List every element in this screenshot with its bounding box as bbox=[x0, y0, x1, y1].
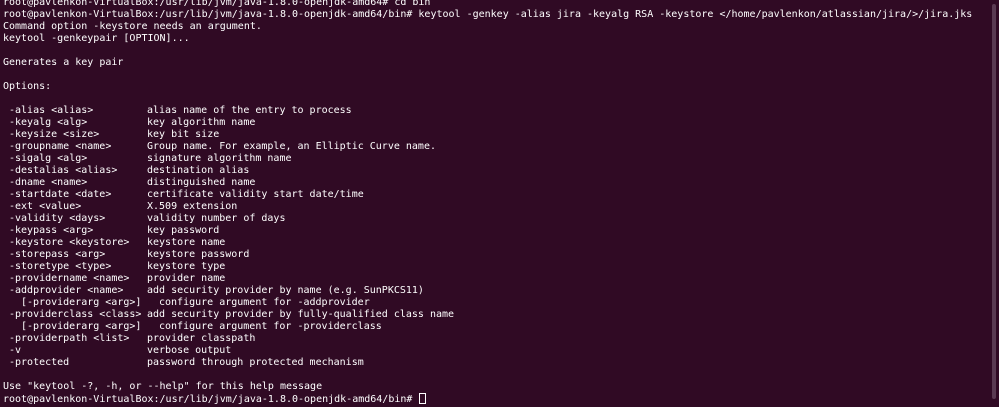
option-flag: -protected bbox=[9, 357, 70, 368]
option-description: validity number of days bbox=[147, 213, 286, 224]
option-row: -protected password through protected mec… bbox=[3, 357, 978, 369]
option-row: -providerpath <list> provider classpath bbox=[3, 333, 978, 345]
option-row: -alias <alias> alias name of the entry to… bbox=[3, 105, 978, 117]
option-flag: -keyalg <alg> bbox=[9, 117, 88, 128]
option-row: -startdate <date> certificate validity st… bbox=[3, 189, 978, 201]
option-flag: -storetype <type> bbox=[9, 261, 112, 272]
option-description: keystore name bbox=[147, 237, 226, 248]
option-flag: -providername <name> bbox=[9, 273, 130, 284]
option-description: key password bbox=[147, 225, 220, 236]
option-description: key bit size bbox=[147, 129, 220, 140]
history-line: Options: bbox=[3, 81, 52, 92]
options-list: -alias <alias> alias name of the entry to… bbox=[3, 105, 978, 369]
option-description: configure argument for -providerclass bbox=[159, 321, 382, 332]
option-row: -keystore <keystore> keystore name bbox=[3, 237, 978, 249]
option-row: -dname <name> distinguished name bbox=[3, 177, 978, 189]
option-description: X.509 extension bbox=[147, 201, 238, 212]
option-description: certificate validity start date/time bbox=[147, 189, 364, 200]
option-row: -validity <days> validity number of days bbox=[3, 213, 978, 225]
option-flag: -groupname <name> bbox=[9, 141, 112, 152]
option-description: keystore type bbox=[147, 261, 226, 272]
option-flag: -ext <value> bbox=[9, 201, 82, 212]
option-flag: [-providerarg <arg>] bbox=[21, 321, 142, 332]
option-flag: -keystore <keystore> bbox=[9, 237, 130, 248]
option-row: -sigalg <alg> signature algorithm name bbox=[3, 153, 978, 165]
option-description: Group name. For example, an Elliptic Cur… bbox=[147, 141, 436, 152]
option-flag: -sigalg <alg> bbox=[9, 153, 88, 164]
shell-prompt: root@pavlenkon-VirtualBox:/usr/lib/jvm/j… bbox=[3, 394, 419, 405]
prompt-line[interactable]: root@pavlenkon-VirtualBox:/usr/lib/jvm/j… bbox=[3, 393, 978, 405]
history-line: keytool -genkeypair [OPTION]... bbox=[3, 33, 190, 44]
option-flag: -v bbox=[9, 345, 22, 356]
option-row: [-providerarg <arg>] configure argument f… bbox=[3, 321, 978, 333]
option-row: -providerclass <class> add security provi… bbox=[3, 309, 978, 321]
terminal-window[interactable]: root@pavlenkon-VirtualBox:/usr/lib/jvm/j… bbox=[0, 0, 999, 407]
option-description: distinguished name bbox=[147, 177, 256, 188]
option-row: -storetype <type> keystore type bbox=[3, 261, 978, 273]
option-flag: -providerpath <list> bbox=[9, 333, 130, 344]
help-hint: Use "keytool -?, -h, or --help" for this… bbox=[3, 381, 323, 392]
option-row: -storepass <arg> keystore password bbox=[3, 249, 978, 261]
option-description: alias name of the entry to process bbox=[147, 105, 352, 116]
option-row: -addprovider <name> add security provider… bbox=[3, 285, 978, 297]
option-description: add security provider by name (e.g. SunP… bbox=[147, 285, 424, 296]
option-row: -groupname <name> Group name. For example… bbox=[3, 141, 978, 153]
option-flag: -providerclass <class> bbox=[9, 309, 142, 320]
terminal-output: root@pavlenkon-VirtualBox:/usr/lib/jvm/j… bbox=[3, 0, 978, 405]
option-flag: [-providerarg <arg>] bbox=[21, 297, 142, 308]
option-flag: -storepass <arg> bbox=[9, 249, 106, 260]
history-line: root@pavlenkon-VirtualBox:/usr/lib/jvm/j… bbox=[3, 9, 973, 20]
option-row: -keysize <size> key bit size bbox=[3, 129, 978, 141]
option-flag: -dname <name> bbox=[9, 177, 88, 188]
option-description: verbose output bbox=[147, 345, 232, 356]
option-flag: -keypass <arg> bbox=[9, 225, 94, 236]
history-line bbox=[3, 45, 978, 57]
history-line: Generates a key pair bbox=[3, 57, 124, 68]
option-row: -destalias <alias> destination alias bbox=[3, 165, 978, 177]
option-flag: -destalias <alias> bbox=[9, 165, 118, 176]
option-flag: -keysize <size> bbox=[9, 129, 100, 140]
scrollbar[interactable] bbox=[978, 0, 999, 407]
option-row: -providername <name> provider name bbox=[3, 273, 978, 285]
option-description: add security provider by fully-qualified… bbox=[147, 309, 455, 320]
scrollbar-thumb[interactable] bbox=[992, 4, 996, 399]
option-row: -ext <value> X.509 extension bbox=[3, 201, 978, 213]
option-description: provider name bbox=[147, 273, 226, 284]
history-line: Command option -keystore needs an argume… bbox=[3, 21, 262, 32]
option-description: password through protected mechanism bbox=[147, 357, 364, 368]
option-flag: -alias <alias> bbox=[9, 105, 94, 116]
option-flag: -validity <days> bbox=[9, 213, 106, 224]
option-row: -v verbose output bbox=[3, 345, 978, 357]
text-cursor bbox=[419, 393, 427, 404]
option-row: -keypass <arg> key password bbox=[3, 225, 978, 237]
history-line bbox=[3, 69, 978, 81]
history-line bbox=[3, 93, 978, 105]
option-flag: -startdate <date> bbox=[9, 189, 112, 200]
option-description: destination alias bbox=[147, 165, 250, 176]
option-description: keystore password bbox=[147, 249, 250, 260]
option-flag: -addprovider <name> bbox=[9, 285, 124, 296]
option-description: configure argument for -addprovider bbox=[159, 297, 370, 308]
history-line: root@pavlenkon-VirtualBox:/usr/lib/jvm/j… bbox=[3, 0, 431, 8]
option-description: provider classpath bbox=[147, 333, 256, 344]
option-description: key algorithm name bbox=[147, 117, 256, 128]
option-row: [-providerarg <arg>] configure argument f… bbox=[3, 297, 978, 309]
option-description: signature algorithm name bbox=[147, 153, 292, 164]
option-row: -keyalg <alg> key algorithm name bbox=[3, 117, 978, 129]
